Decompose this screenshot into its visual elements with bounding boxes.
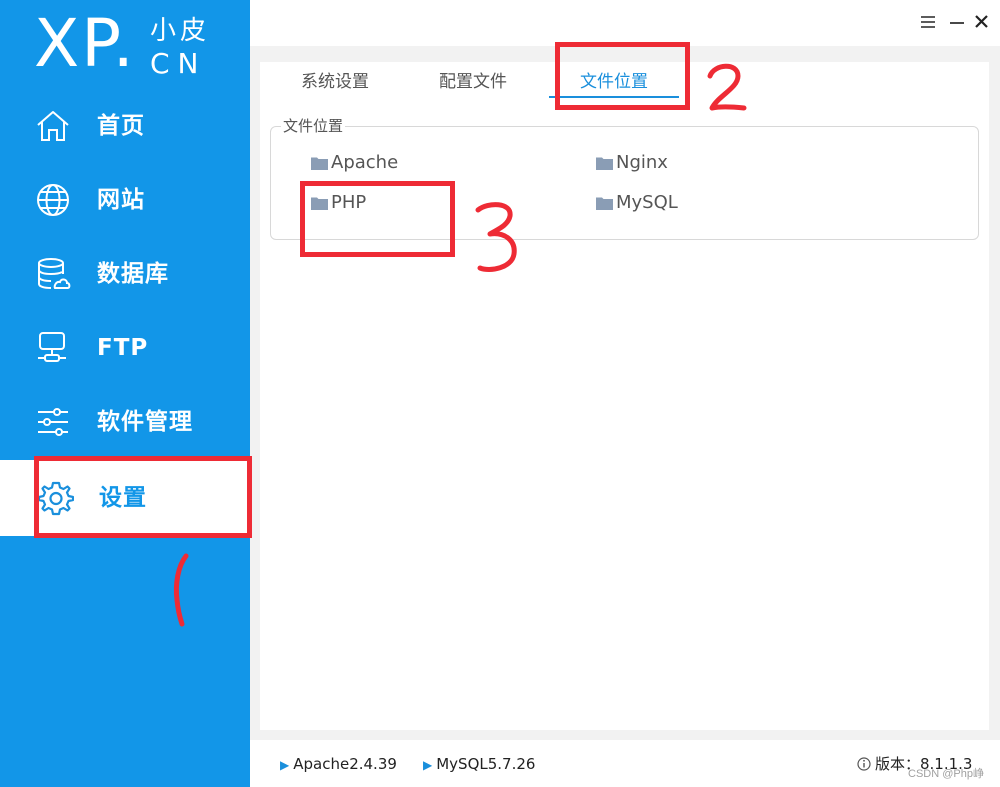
home-icon [37, 111, 69, 141]
folder-label: MySQL [616, 192, 678, 213]
settings-content: 系统设置 配置文件 文件位置 文件位置 Apache Nginx PHP MyS… [260, 62, 989, 730]
menu-icon[interactable] [918, 12, 938, 32]
folder-label: Apache [331, 152, 399, 173]
tab-config-files[interactable]: 配置文件 [428, 68, 518, 102]
folder-icon [311, 197, 328, 210]
folder-icon [596, 197, 613, 210]
folder-link-apache[interactable]: Apache [311, 149, 398, 177]
folder-icon [311, 157, 328, 170]
app-logo: XP. 小皮 CN [34, 8, 234, 84]
tab-system-settings[interactable]: 系统设置 [290, 68, 380, 102]
watermark: CSDN @Php峥 [908, 768, 984, 780]
sidebar-item-software[interactable]: 软件管理 [0, 384, 250, 458]
sidebar-item-website[interactable]: 网站 [0, 162, 250, 236]
minimize-icon[interactable] [947, 12, 967, 32]
folder-label: Nginx [616, 152, 668, 173]
mysql-status[interactable]: ▶ MySQL5.7.26 [423, 753, 535, 776]
apache-status[interactable]: ▶ Apache2.4.39 [280, 753, 397, 776]
group-legend: 文件位置 [281, 117, 346, 135]
close-icon[interactable] [972, 12, 992, 32]
folder-link-nginx[interactable]: Nginx [596, 149, 668, 177]
sidebar-item-ftp[interactable]: FTP [0, 310, 250, 384]
sliders-icon [38, 408, 68, 436]
globe-icon [37, 184, 69, 216]
status-bar: ▶ Apache2.4.39 ▶ MySQL5.7.26 版本：8.1.1.3 CS… [250, 740, 1000, 787]
sidebar-item-label: 设置 [99, 485, 147, 511]
logo-cn-bottom: CN [150, 47, 207, 80]
settings-tabs: 系统设置 配置文件 文件位置 [260, 62, 989, 106]
gear-icon [38, 481, 74, 516]
play-icon: ▶ [280, 758, 290, 772]
title-bar [250, 0, 1000, 46]
main-panel: 系统设置 配置文件 文件位置 文件位置 Apache Nginx PHP MyS… [250, 0, 1000, 787]
folder-link-mysql[interactable]: MySQL [596, 189, 678, 217]
active-tab-indicator [549, 96, 679, 98]
sidebar-item-label: 首页 [97, 113, 145, 139]
logo-cn-top: 小皮 [150, 16, 211, 46]
sidebar-item-settings[interactable]: 设置 [0, 460, 250, 536]
mysql-version: MySQL5.7.26 [436, 755, 536, 773]
sidebar-item-label: 网站 [97, 187, 145, 213]
folder-link-php[interactable]: PHP [311, 189, 366, 217]
sidebar-item-database[interactable]: 数据库 [0, 236, 250, 310]
sidebar-item-label: 软件管理 [97, 409, 193, 435]
info-icon [857, 757, 871, 771]
file-location-group: 文件位置 Apache Nginx PHP MySQL [270, 117, 979, 240]
sidebar-item-label: FTP [97, 335, 149, 361]
sidebar: XP. 小皮 CN 首页 网站 数据库 FTP 软件管理 设置 [0, 0, 250, 787]
database-icon [38, 258, 71, 289]
sidebar-item-home[interactable]: 首页 [0, 88, 250, 162]
apache-version: Apache2.4.39 [293, 755, 397, 773]
sidebar-nav: 首页 网站 数据库 FTP 软件管理 设置 [0, 88, 250, 536]
play-icon: ▶ [423, 758, 433, 772]
folder-label: PHP [331, 192, 367, 213]
folder-icon [596, 157, 613, 170]
ftp-server-icon [38, 332, 66, 362]
logo-xp: XP. [34, 5, 136, 82]
sidebar-item-label: 数据库 [97, 261, 169, 287]
